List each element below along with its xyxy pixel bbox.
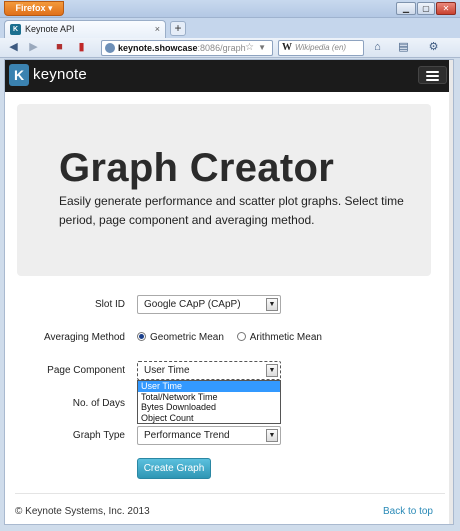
url-path: :8086/graph [197,43,246,53]
firefox-menu-button[interactable]: Firefox ▾ [4,1,64,16]
back-arrow-icon[interactable]: ◀ [6,40,21,55]
page-component-row: Page Component User Time ▼ [5,361,453,381]
keynote-favicon-icon: K [10,24,21,35]
page-component-value: User Time [144,365,190,376]
option-object-count[interactable]: Object Count [138,413,280,424]
tab-close-icon[interactable]: × [155,21,160,37]
search-bar[interactable]: W Wikipedia (en) [278,40,364,56]
page-viewport: K keynote Graph Creator Easily generate … [4,59,454,525]
bookmarks-menu-icon[interactable]: ▤ [396,40,411,55]
slot-id-select[interactable]: Google CApP (CApP) ▼ [137,295,281,314]
addon-t-icon[interactable]: ▮ [74,40,89,55]
wikipedia-icon: W [282,42,292,53]
home-icon[interactable]: ⌂ [370,40,385,55]
footer-copyright: © Keynote Systems, Inc. 2013 [15,506,150,517]
keynote-logo-icon[interactable]: K [9,64,29,86]
chevron-down-icon[interactable]: ▼ [266,298,278,311]
page-title: Graph Creator [59,146,335,190]
tab-strip: K Keynote API × + [0,18,460,38]
url-host: keynote.showcase [118,43,198,53]
chevron-down-icon[interactable]: ▼ [266,429,278,442]
url-bar[interactable]: keynote.showcase:8086/graph ☆ ▼ [101,40,273,56]
create-graph-button[interactable]: Create Graph [137,458,211,479]
tools-icon[interactable]: ⚙ [426,40,441,55]
tab-title: Keynote API [25,24,75,34]
option-user-time[interactable]: User Time [138,381,280,392]
geometric-mean-label[interactable]: Geometric Mean [150,332,224,343]
browser-toolbar: ◀ ▶ ■ ▮ keynote.showcase:8086/graph ☆ ▼ … [0,38,460,58]
arithmetic-mean-label[interactable]: Arithmetic Mean [250,332,322,343]
site-navbar: K keynote [5,60,453,92]
menu-toggle-button[interactable] [418,66,447,84]
firefox-menu-label: Firefox [15,3,46,13]
page-component-select[interactable]: User Time ▼ [137,361,281,380]
option-bytes-downloaded[interactable]: Bytes Downloaded [138,402,280,413]
keynote-logo-text[interactable]: keynote [33,66,87,84]
graph-type-label: Graph Type [72,430,125,441]
minimize-button[interactable]: ▁ [396,2,416,15]
tab-keynote-api[interactable]: K Keynote API × [4,20,166,38]
page-component-dropdown: User Time Total/Network Time Bytes Downl… [137,380,281,424]
page-component-label: Page Component [47,365,125,376]
slot-id-row: Slot ID Google CApP (CApP) ▼ [5,295,453,315]
radio-arithmetic-mean[interactable] [236,332,246,341]
graph-type-row: Graph Type Performance Trend ▼ [5,426,453,446]
forward-arrow-icon[interactable]: ▶ [26,40,41,55]
chevron-down-icon[interactable]: ▼ [266,364,278,377]
page-subtitle: Easily generate performance and scatter … [59,194,404,227]
search-placeholder: Wikipedia (en) [295,43,347,52]
slot-id-value: Google CApP (CApP) [144,299,241,310]
page-scrollbar[interactable] [449,60,453,524]
days-label: No. of Days [72,398,125,409]
slot-id-label: Slot ID [94,299,125,310]
back-to-top-link[interactable]: Back to top [383,506,433,517]
option-total-network-time[interactable]: Total/Network Time [138,392,280,403]
graph-type-select[interactable]: Performance Trend ▼ [137,426,281,445]
graph-type-value: Performance Trend [144,430,230,441]
hamburger-bar-icon [426,75,439,77]
averaging-label: Averaging Method [44,332,125,343]
averaging-row: Averaging Method Geometric Mean Arithmet… [5,328,453,348]
footer-divider [15,493,445,494]
url-dropdown-icon[interactable]: ▼ [258,41,266,55]
new-tab-button[interactable]: + [170,21,186,36]
radio-geometric-mean[interactable] [137,332,146,341]
window-titlebar: Firefox ▾ ▁ ▢ ✕ [0,0,460,18]
hamburger-bar-icon [426,71,439,73]
maximize-button[interactable]: ▢ [417,2,435,15]
bookmark-star-icon[interactable]: ☆ [245,41,254,55]
bookmark-book-icon[interactable]: ■ [52,40,67,55]
averaging-radio-group: Geometric Mean Arithmetic Mean [137,328,332,348]
close-window-button[interactable]: ✕ [436,2,456,15]
hero-unit: Graph Creator Easily generate performanc… [17,104,431,276]
site-identity-icon [105,43,115,53]
hamburger-bar-icon [426,79,439,81]
